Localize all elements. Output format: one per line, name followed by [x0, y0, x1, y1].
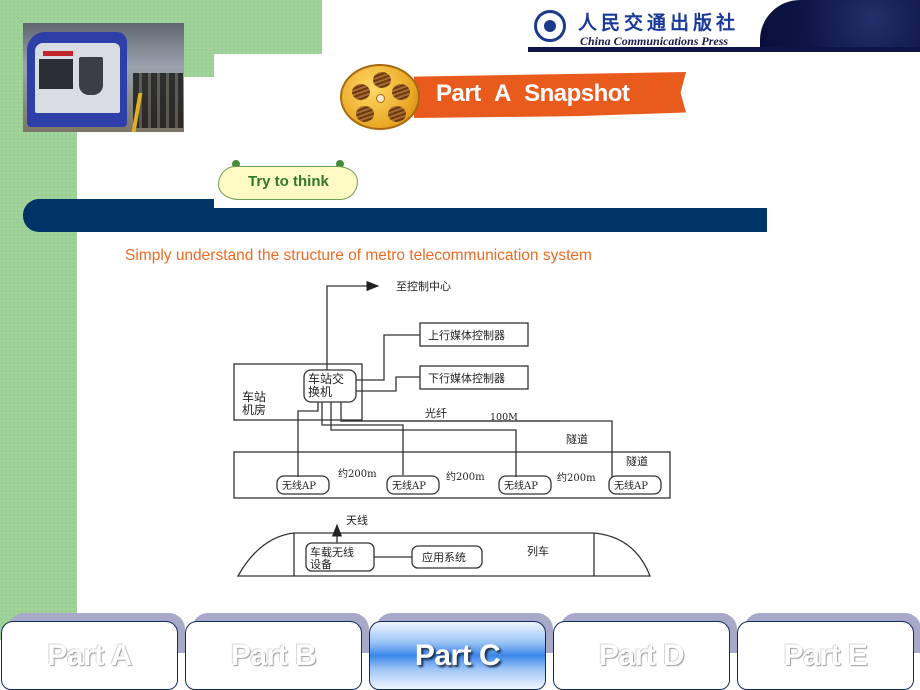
label-tunnel-upper: 隧道: [566, 432, 588, 446]
green-left-strip: [0, 77, 77, 640]
label-ap-2: 无线AP: [392, 479, 426, 492]
label-distance-2: 约200m: [446, 470, 485, 483]
tab-label: Part A: [47, 638, 132, 672]
label-antenna: 天线: [346, 513, 368, 527]
section-title: Part A Snapshot: [436, 80, 630, 107]
section-banner: Part A Snapshot: [340, 62, 692, 132]
label-ap-1: 无线AP: [282, 479, 316, 492]
tab-label: Part C: [414, 638, 501, 672]
label-station-room-2: 机房: [242, 402, 266, 417]
label-downlink-controller: 下行媒体控制器: [428, 371, 505, 385]
publisher-seal-icon: [534, 10, 566, 42]
telecom-structure-diagram: 至控制中心 上行媒体控制器 下行媒体控制器 车站 机房 车站交 换机 光纤 10…: [230, 275, 680, 595]
tab-part-d[interactable]: Part D: [553, 621, 730, 690]
logo-rule: [528, 47, 920, 52]
label-bandwidth: 100M: [490, 412, 518, 423]
label-to-control-center: 至控制中心: [396, 279, 451, 293]
fiber-line-ap1: [297, 402, 319, 477]
label-uplink-controller: 上行媒体控制器: [428, 328, 505, 342]
badge-label: Try to think: [248, 173, 329, 190]
label-train: 列车: [527, 544, 549, 558]
label-distance-3: 约200m: [557, 471, 596, 484]
tab-part-e[interactable]: Part E: [737, 621, 914, 690]
metro-train-photo: [23, 23, 184, 132]
try-to-think-badge: Try to think: [218, 160, 360, 202]
label-distance-1: 约200m: [338, 467, 377, 480]
part-navigation: Part A Part B Part C Part D Part E: [0, 613, 920, 690]
content-subtitle: Simply understand the structure of metro…: [125, 247, 592, 264]
logo-night-sky: [760, 0, 920, 47]
line-to-control-center: [326, 280, 380, 370]
tab-label: Part D: [598, 638, 685, 672]
fiber-line-ap3: [330, 402, 517, 477]
label-onboard-2: 设备: [310, 557, 332, 571]
label-switch-2: 换机: [308, 385, 332, 399]
publisher-name-cn: 人民交通出版社: [578, 12, 740, 34]
tab-label: Part B: [230, 638, 317, 672]
line-downlink: [356, 376, 420, 392]
label-onboard-1: 车载无线: [310, 545, 354, 559]
publisher-logo: 人民交通出版社 China Communications Press: [528, 0, 920, 52]
label-station-room-1: 车站: [242, 389, 266, 404]
label-fiber: 光纤: [425, 406, 447, 420]
tab-part-b[interactable]: Part B: [185, 621, 362, 690]
label-app-system: 应用系统: [422, 550, 466, 564]
tab-part-a[interactable]: Part A: [1, 621, 178, 690]
line-uplink: [356, 334, 420, 381]
label-switch-1: 车站交: [308, 371, 344, 386]
film-reel-icon: [340, 64, 420, 130]
label-ap-3: 无线AP: [504, 479, 538, 492]
tab-part-c[interactable]: Part C: [369, 621, 546, 690]
tab-label: Part E: [783, 638, 868, 672]
label-tunnel-lower: 隧道: [626, 454, 648, 468]
label-ap-4: 无线AP: [614, 479, 648, 492]
